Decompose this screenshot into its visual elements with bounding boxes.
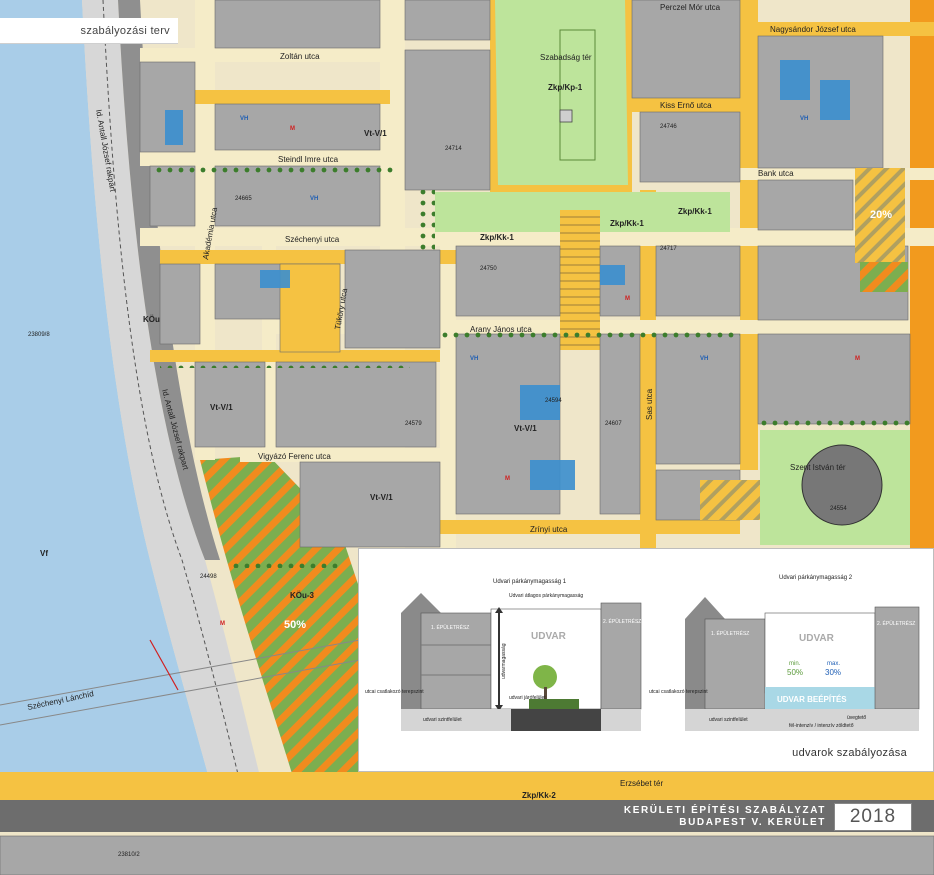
svg-text:M: M: [505, 476, 510, 482]
courtyard-sections: Udvari párkánymagasság 1 Udvari átlagos …: [365, 575, 920, 731]
svg-text:Udvari párkánymagasság 2: Udvari párkánymagasság 2: [779, 575, 853, 581]
svg-text:1. ÉPÜLETRÉSZ: 1. ÉPÜLETRÉSZ: [711, 630, 749, 637]
zone-kou3: KÖu-3: [290, 591, 315, 600]
svg-text:M: M: [220, 621, 225, 627]
zone-vt1-c: Vt-V/1: [370, 493, 393, 502]
street-label-arany: Arany János utca: [470, 325, 532, 334]
zone-pct-50: 50%: [284, 619, 306, 631]
plan-type-text: szabályozási terv: [80, 25, 170, 37]
title-bar: KERÜLETI ÉPÍTÉSI SZABÁLYZAT BUDAPEST V. …: [0, 800, 934, 832]
street-label-erzsebet: Erzsébet tér: [620, 779, 663, 788]
svg-text:VH: VH: [240, 116, 248, 122]
svg-text:VH: VH: [700, 356, 708, 362]
svg-text:utcai csatlakozó terepszint: utcai csatlakozó terepszint: [365, 689, 424, 695]
svg-text:üvegtető: üvegtető: [847, 715, 866, 721]
svg-text:udvari járófelület: udvari járófelület: [509, 695, 546, 701]
zone-vt1-b: Vt-V/1: [514, 424, 537, 433]
zone-zkp1: Zkp/Kp-1: [548, 83, 583, 92]
zone-pct-20: 20%: [870, 209, 892, 221]
street-label-perczel: Perczel Mór utca: [660, 3, 721, 12]
zone-zkpkk1-b: Zkp/Kk-1: [610, 219, 644, 228]
svg-text:VH: VH: [800, 116, 808, 122]
svg-text:M: M: [625, 296, 630, 302]
svg-text:VH: VH: [310, 196, 318, 202]
square-label-szentistvan: Szent István tér: [790, 463, 846, 472]
inset-caption: udvarok szabályozása: [792, 747, 907, 759]
plan-type-label: szabályozási terv: [0, 18, 178, 44]
svg-text:23809/8: 23809/8: [28, 332, 50, 338]
courtyard-regulation-inset: Udvari párkánymagasság 1 Udvari átlagos …: [358, 548, 934, 772]
svg-text:30%: 30%: [825, 668, 841, 677]
svg-text:M: M: [855, 356, 860, 362]
svg-text:24746: 24746: [660, 124, 677, 130]
svg-text:24554: 24554: [830, 506, 847, 512]
svg-text:Udvari átlagos párkánymagasság: Udvari átlagos párkánymagasság: [509, 593, 583, 599]
svg-text:1. ÉPÜLETRÉSZ: 1. ÉPÜLETRÉSZ: [431, 624, 469, 631]
title-line-1: KERÜLETI ÉPÍTÉSI SZABÁLYZAT: [623, 805, 826, 816]
svg-text:fél-intenzív / intenzív zöldte: fél-intenzív / intenzív zöldtető: [789, 723, 854, 729]
zone-zkpkk2: Zkp/Kk-2: [522, 791, 556, 800]
section-right: Udvari párkánymagasság 2 1. ÉPÜLETRÉSZ U…: [649, 575, 920, 731]
svg-text:Udvari párkánymagasság 1: Udvari párkánymagasság 1: [493, 579, 567, 585]
svg-text:udvari szintfelület: udvari szintfelület: [423, 717, 462, 723]
svg-text:VH: VH: [470, 356, 478, 362]
zone-vt1-a: Vt-V/1: [364, 129, 387, 138]
left-udvar-label: UDVAR: [531, 631, 567, 642]
svg-text:24579: 24579: [405, 421, 422, 427]
szabadsag-ter: [495, 0, 628, 185]
street-label-vigyazo: Vigyázó Ferenc utca: [258, 452, 331, 461]
svg-text:max.: max.: [827, 661, 840, 667]
street-label-bank: Bank utca: [758, 169, 794, 178]
svg-text:M: M: [290, 126, 295, 132]
svg-text:2. ÉPÜLETRÉSZ: 2. ÉPÜLETRÉSZ: [603, 618, 641, 625]
zone-vt1-d: Vt-V/1: [210, 403, 233, 412]
svg-text:min.: min.: [789, 661, 801, 667]
year-box: 2018: [834, 803, 912, 831]
svg-text:2. ÉPÜLETRÉSZ: 2. ÉPÜLETRÉSZ: [877, 620, 915, 627]
svg-text:udvari szintfelület: udvari szintfelület: [709, 717, 748, 723]
svg-text:24665: 24665: [235, 196, 252, 202]
zone-zkpkk1-a: Zkp/Kk-1: [480, 233, 514, 242]
street-label-steindl: Steindl Imre utca: [278, 155, 339, 164]
street-label-kiss: Kiss Ernő utca: [660, 101, 712, 110]
street-label-zrinyi: Zrínyi utca: [530, 525, 568, 534]
svg-text:24607: 24607: [605, 421, 622, 427]
svg-text:23810/2: 23810/2: [118, 852, 140, 858]
square-label-szabadsag: Szabadság tér: [540, 53, 592, 62]
street-label-zoltan: Zoltán utca: [280, 52, 320, 61]
svg-text:24750: 24750: [480, 266, 497, 272]
title-line-2: BUDAPEST V. KERÜLET: [679, 817, 826, 828]
svg-text:24717: 24717: [660, 246, 677, 252]
zone-kou: KÖu: [143, 315, 160, 324]
svg-text:utcai csatlakozó terepszint: utcai csatlakozó terepszint: [649, 689, 708, 695]
street-label-sas: Sas utca: [645, 388, 654, 420]
section-left: Udvari párkánymagasság 1 Udvari átlagos …: [365, 579, 641, 731]
udvar-beepites-label: UDVAR BEÉPÍTÉS: [777, 695, 847, 704]
zone-vf: Vf: [40, 549, 48, 558]
right-udvar-label: UDVAR: [799, 633, 835, 644]
street-label-nagysandor: Nagysándor József utca: [770, 25, 856, 34]
zone-zkpkk1-c: Zkp/Kk-1: [678, 207, 712, 216]
svg-text:24714: 24714: [445, 146, 462, 152]
svg-text:udvarmagasság: udvarmagasság: [501, 643, 507, 679]
svg-text:24498: 24498: [200, 574, 217, 580]
svg-text:24594: 24594: [545, 398, 562, 404]
svg-text:50%: 50%: [787, 668, 803, 677]
street-label-szechenyi: Széchenyi utca: [285, 235, 340, 244]
